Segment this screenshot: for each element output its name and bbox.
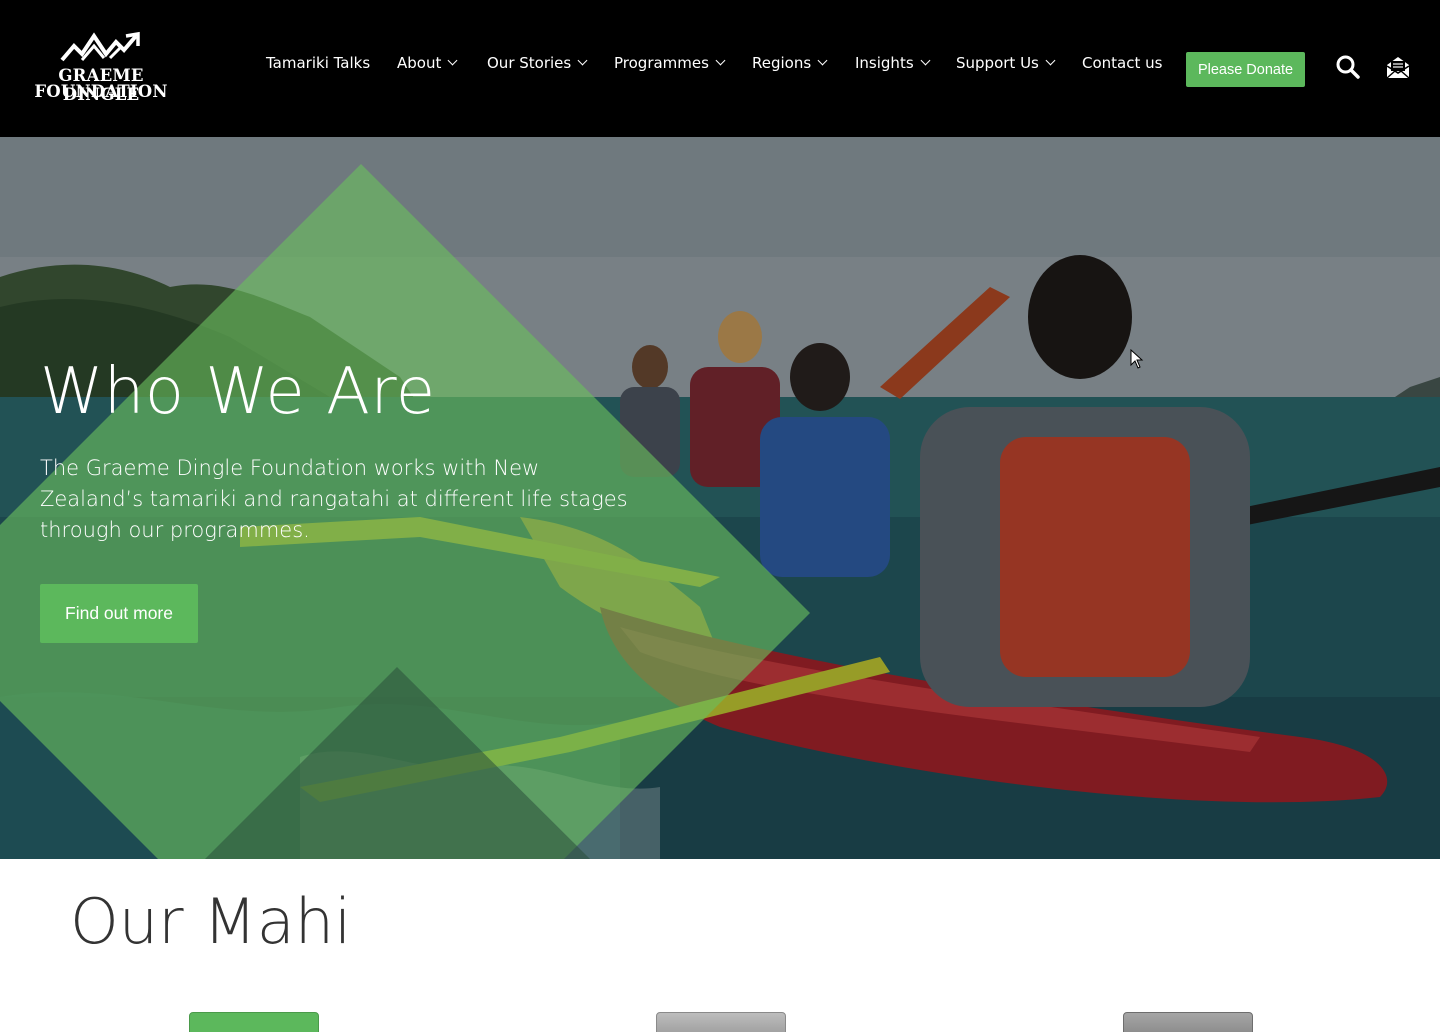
nav-label: Programmes: [614, 54, 709, 72]
mouse-cursor-icon: [1130, 349, 1144, 369]
mahi-card[interactable]: [656, 1012, 786, 1032]
hero-banner: Who We Are The Graeme Dingle Foundation …: [0, 137, 1440, 859]
nav-label: Support Us: [956, 54, 1039, 72]
nav-label: Regions: [752, 54, 812, 72]
chevron-down-icon: [447, 55, 458, 66]
mail-icon[interactable]: [1385, 55, 1411, 81]
site-header: GRAEME DINGLE FOUNDATION Tamariki Talks …: [0, 0, 1440, 137]
nav-item-support-us[interactable]: Support Us: [956, 54, 1056, 72]
nav-item-insights[interactable]: Insights: [855, 54, 931, 72]
hero-title: Who We Are: [40, 355, 436, 429]
mahi-card[interactable]: [189, 1012, 319, 1032]
nav-item-our-stories[interactable]: Our Stories: [487, 54, 588, 72]
chevron-down-icon: [577, 55, 588, 66]
search-icon[interactable]: [1335, 54, 1361, 80]
nav-label: Our Stories: [487, 54, 572, 72]
nav-item-contact-us[interactable]: Contact us: [1082, 54, 1162, 72]
hero-description: The Graeme Dingle Foundation works with …: [40, 456, 628, 542]
find-out-more-button[interactable]: Find out more: [40, 584, 198, 643]
mountain-arrows-logo-icon: [60, 31, 140, 62]
nav-label: Insights: [855, 54, 914, 72]
chevron-down-icon: [1045, 55, 1056, 66]
nav-label: Contact us: [1082, 54, 1163, 72]
nav-item-tamariki-talks[interactable]: Tamariki Talks: [266, 54, 370, 72]
donate-button[interactable]: Please Donate: [1186, 52, 1305, 87]
nav-item-regions[interactable]: Regions: [752, 54, 828, 72]
section-title-our-mahi: Our Mahi: [70, 885, 352, 958]
nav-label: About: [397, 54, 442, 72]
logo-text-line2: FOUNDATION: [34, 82, 168, 101]
mahi-card[interactable]: [1123, 1012, 1253, 1032]
nav-item-about[interactable]: About: [397, 54, 458, 72]
nav-label: Tamariki Talks: [266, 54, 371, 72]
chevron-down-icon: [920, 55, 931, 66]
chevron-down-icon: [817, 55, 828, 66]
site-logo[interactable]: GRAEME DINGLE FOUNDATION: [18, 30, 188, 104]
chevron-down-icon: [715, 55, 726, 66]
nav-item-programmes[interactable]: Programmes: [614, 54, 726, 72]
